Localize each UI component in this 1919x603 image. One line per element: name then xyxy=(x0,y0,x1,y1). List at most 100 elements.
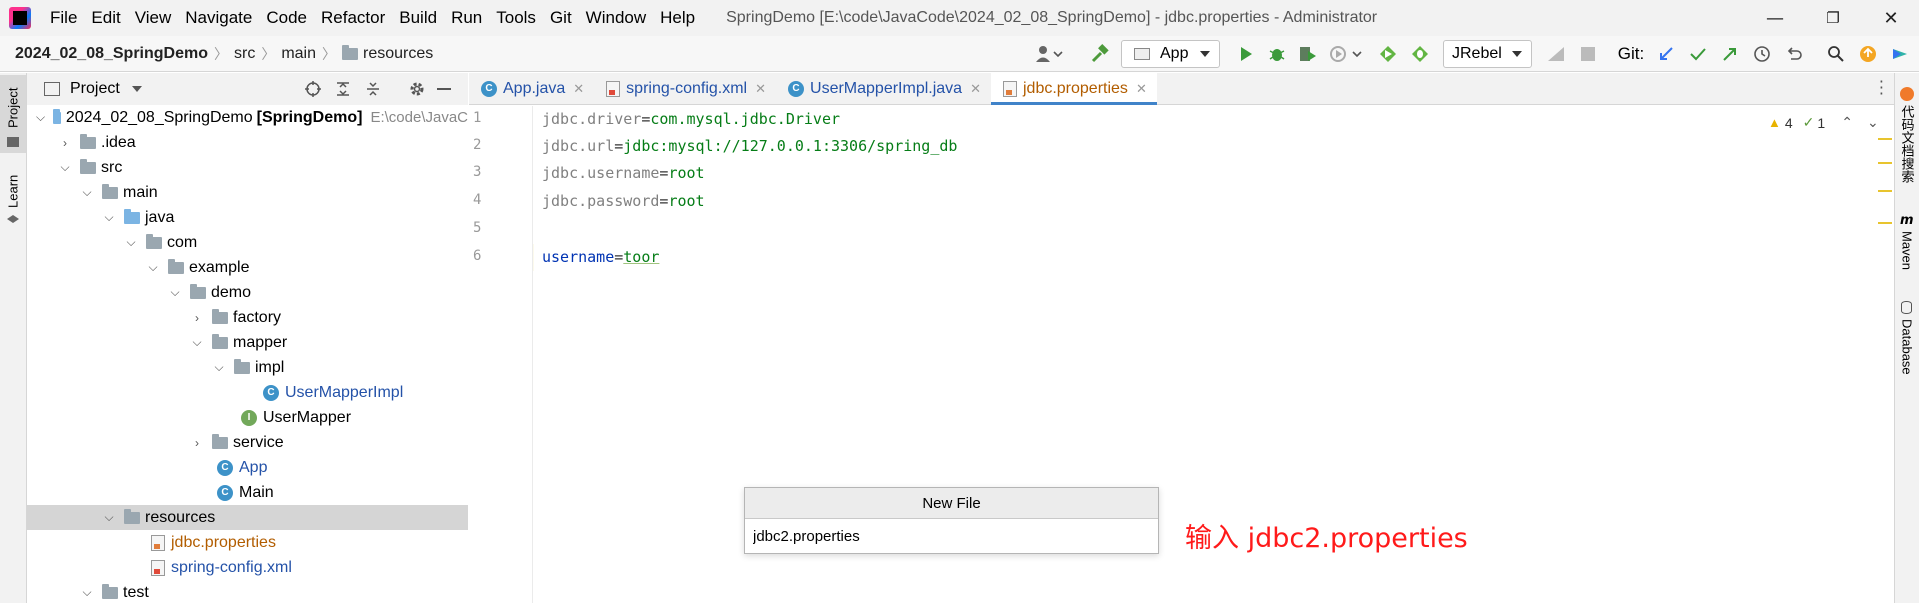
chevron-down-icon[interactable]: ⌵ xyxy=(190,335,204,350)
tool-tab-doc-search[interactable]: 代码文档搜索 xyxy=(1897,105,1917,185)
more-options-icon[interactable]: · · · xyxy=(1879,74,1884,102)
tool-tab-database[interactable]: Database xyxy=(1897,319,1917,389)
tool-tab-maven[interactable]: Maven xyxy=(1897,231,1917,281)
git-rollback-icon[interactable] xyxy=(1782,42,1806,66)
code-line[interactable]: jdbc.url=jdbc:mysql://127.0.0.1:3306/spr… xyxy=(542,133,957,160)
code-line[interactable]: username=toor xyxy=(542,244,659,271)
coverage-icon[interactable] xyxy=(1296,42,1320,66)
git-update-icon[interactable] xyxy=(1654,42,1678,66)
tree-item-test[interactable]: ⌵ test xyxy=(27,580,468,603)
collapse-all-icon[interactable] xyxy=(364,80,382,102)
tree-item-idea[interactable]: › .idea xyxy=(27,130,468,155)
jrebel-run-icon[interactable] xyxy=(1376,42,1400,66)
build-hammer-icon[interactable] xyxy=(1088,42,1112,66)
chevron-down-icon[interactable]: ⌵ xyxy=(80,185,94,200)
menu-build[interactable]: Build xyxy=(392,8,444,28)
user-icon[interactable] xyxy=(1032,42,1066,66)
chevron-right-icon[interactable]: › xyxy=(58,136,72,150)
gear-icon[interactable] xyxy=(408,80,426,102)
error-stripe-mark[interactable] xyxy=(1878,190,1892,192)
menu-code[interactable]: Code xyxy=(259,8,314,28)
debug-bug-icon[interactable] xyxy=(1265,42,1289,66)
restore-icon[interactable]: ❐ xyxy=(1810,0,1856,36)
chevron-down-icon[interactable] xyxy=(131,86,142,92)
tree-item-spring-config[interactable]: spring-config.xml xyxy=(27,555,468,580)
error-stripe-mark[interactable] xyxy=(1878,162,1892,164)
error-stripe-mark[interactable] xyxy=(1878,222,1892,224)
run-icon[interactable] xyxy=(1234,42,1258,66)
run-config-select[interactable]: App xyxy=(1121,40,1220,68)
code-line[interactable]: jdbc.password=root xyxy=(542,188,705,215)
profile-icon[interactable] xyxy=(1327,42,1367,66)
menu-git[interactable]: Git xyxy=(543,8,579,28)
tree-item-jdbc-properties[interactable]: jdbc.properties xyxy=(27,530,468,555)
close-tab-icon[interactable]: ✕ xyxy=(573,81,584,97)
plugin-icon[interactable] xyxy=(1888,42,1912,66)
breadcrumb-src[interactable]: src xyxy=(234,45,255,63)
tree-item-factory[interactable]: › factory xyxy=(27,305,468,330)
error-stripe-mark[interactable] xyxy=(1878,138,1892,140)
chevron-down-icon[interactable]: ⌵ xyxy=(146,260,160,275)
chevron-right-icon[interactable]: › xyxy=(190,311,204,325)
stop-icon[interactable] xyxy=(1576,42,1600,66)
git-history-icon[interactable] xyxy=(1750,42,1774,66)
chevron-up-icon[interactable]: ⌃ xyxy=(1841,114,1853,131)
tree-item-mapper[interactable]: ⌵ mapper xyxy=(27,330,468,355)
tab-jdbc-properties[interactable]: jdbc.properties ✕ xyxy=(990,73,1157,105)
git-push-icon[interactable] xyxy=(1718,42,1742,66)
tab-app-java[interactable]: C App.java ✕ xyxy=(469,73,594,104)
chevron-down-icon[interactable]: ⌵ xyxy=(102,210,116,225)
tree-item-com[interactable]: ⌵ com xyxy=(27,230,468,255)
tab-spring-config-xml[interactable]: spring-config.xml ✕ xyxy=(594,73,776,104)
breadcrumb-project[interactable]: 2024_02_08_SpringDemo xyxy=(15,45,208,63)
breadcrumb-resources[interactable]: resources xyxy=(363,45,433,63)
tree-item-main[interactable]: ⌵ main xyxy=(27,180,468,205)
project-panel-title[interactable]: Project xyxy=(70,80,120,98)
search-icon[interactable] xyxy=(1824,42,1848,66)
tree-item-usermapper[interactable]: I UserMapper xyxy=(27,405,468,430)
tree-item-usermapperimpl[interactable]: C UserMapperImpl xyxy=(27,380,468,405)
chevron-down-icon[interactable]: ⌵ xyxy=(168,285,182,300)
tree-item-demo[interactable]: ⌵ demo xyxy=(27,280,468,305)
tree-item-java[interactable]: ⌵ java xyxy=(27,205,468,230)
tree-item-service[interactable]: › service xyxy=(27,430,468,455)
tree-item-impl[interactable]: ⌵ impl xyxy=(27,355,468,380)
chevron-down-icon[interactable]: ⌵ xyxy=(36,110,45,125)
update-notification-icon[interactable] xyxy=(1856,42,1880,66)
inspection-widget[interactable]: ▲ 4 ✓ 1 ⌃ ⌄ xyxy=(1768,114,1879,131)
chevron-down-icon[interactable]: ⌵ xyxy=(212,360,226,375)
menu-navigate[interactable]: Navigate xyxy=(178,8,259,28)
menu-tools[interactable]: Tools xyxy=(489,8,543,28)
menu-refactor[interactable]: Refactor xyxy=(314,8,392,28)
close-window-icon[interactable]: ✕ xyxy=(1868,0,1914,36)
chevron-right-icon[interactable]: › xyxy=(190,436,204,450)
tree-item-src[interactable]: ⌵ src xyxy=(27,155,468,180)
tree-item-main-class[interactable]: C Main xyxy=(27,480,468,505)
close-tab-icon[interactable]: ✕ xyxy=(970,81,981,97)
chevron-down-icon[interactable]: ⌵ xyxy=(58,160,72,175)
menu-view[interactable]: View xyxy=(128,8,179,28)
tool-tab-project[interactable]: Project xyxy=(1,79,25,137)
locate-target-icon[interactable] xyxy=(304,80,322,102)
chevron-down-icon[interactable]: ⌄ xyxy=(1867,114,1879,131)
expand-all-icon[interactable] xyxy=(334,80,352,102)
jrebel-debug-icon[interactable] xyxy=(1408,42,1432,66)
menu-window[interactable]: Window xyxy=(579,8,653,28)
menu-help[interactable]: Help xyxy=(653,8,702,28)
hide-panel-icon[interactable] xyxy=(437,88,451,90)
tree-item-example[interactable]: ⌵ example xyxy=(27,255,468,280)
minimize-icon[interactable]: — xyxy=(1752,0,1798,36)
code-line[interactable]: jdbc.driver=com.mysql.jdbc.Driver xyxy=(542,106,840,133)
close-tab-icon[interactable]: ✕ xyxy=(1136,81,1147,97)
jrebel-select[interactable]: JRebel xyxy=(1443,40,1532,68)
breadcrumb-main[interactable]: main xyxy=(281,45,316,63)
chevron-down-icon[interactable]: ⌵ xyxy=(124,235,138,250)
menu-file[interactable]: File xyxy=(43,8,84,28)
tree-item-project-root[interactable]: ⌵ 2024_02_08_SpringDemo [SpringDemo] E:\… xyxy=(27,105,468,130)
git-commit-icon[interactable] xyxy=(1686,42,1710,66)
menu-run[interactable]: Run xyxy=(444,8,489,28)
tab-usermapperimpl-java[interactable]: C UserMapperImpl.java ✕ xyxy=(776,73,991,104)
tree-item-app[interactable]: C App xyxy=(27,455,468,480)
close-tab-icon[interactable]: ✕ xyxy=(755,81,766,97)
attach-debugger-icon[interactable] xyxy=(1544,42,1568,66)
